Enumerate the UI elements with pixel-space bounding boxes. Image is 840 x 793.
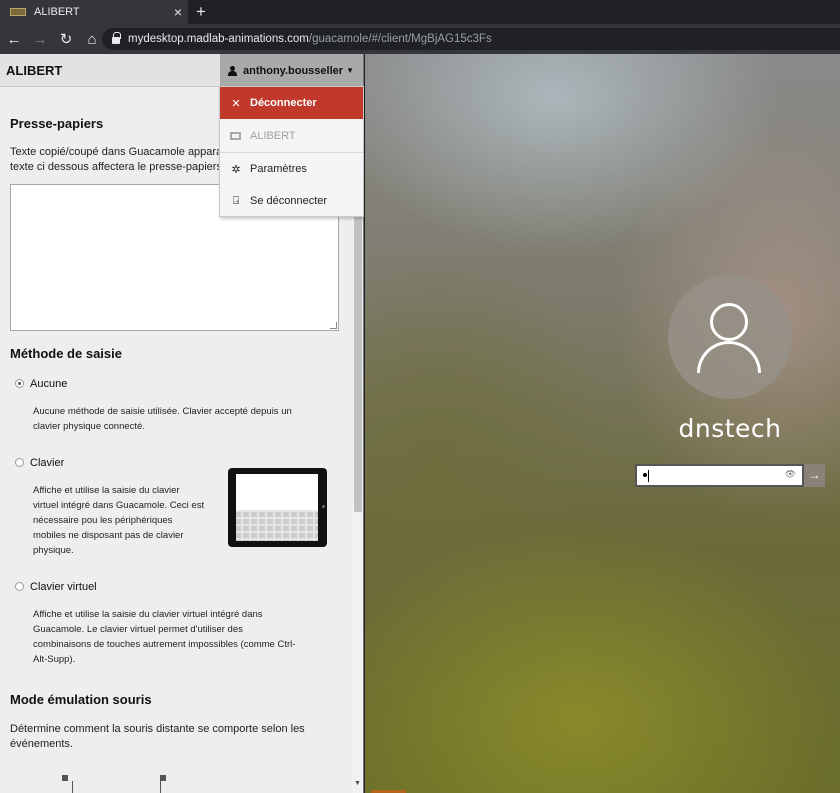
close-icon: ✕ bbox=[231, 97, 241, 110]
option-desc-clavier-5: physique. bbox=[33, 545, 74, 556]
mouse-mode-desc-1: Détermine comment la souris distante se … bbox=[10, 723, 305, 735]
browser-tab-bar: ALIBERT × + bbox=[0, 0, 840, 24]
option-desc-clavier-3: nécessaire pou les périphériques bbox=[33, 515, 173, 526]
logout-icon: ⍈ bbox=[232, 194, 240, 207]
user-icon bbox=[228, 65, 237, 76]
keyboard-icon bbox=[236, 510, 318, 541]
user-avatar-head bbox=[710, 303, 748, 341]
option-desc-clavier-4: mobiles ne disposant pas de clavier bbox=[33, 530, 184, 541]
text-caret bbox=[648, 470, 649, 482]
option-desc-clavier-2: virtuel intégré dans Guacamole. Ceci est bbox=[33, 500, 205, 511]
menu-item-disconnect[interactable]: ✕ Déconnecter bbox=[220, 87, 363, 119]
tablet-screen bbox=[236, 474, 318, 541]
password-dot bbox=[643, 473, 647, 477]
touch-marker-icon bbox=[62, 775, 68, 781]
menu-item-settings[interactable]: ✲ Paramètres bbox=[220, 153, 363, 185]
menu-item-logout[interactable]: ⍈ Se déconnecter bbox=[220, 185, 363, 217]
mouse-mode-heading: Mode émulation souris bbox=[10, 692, 152, 707]
user-name: anthony.bousseller bbox=[243, 64, 344, 77]
scroll-down-icon[interactable]: ▼ bbox=[354, 780, 361, 787]
user-avatar-body bbox=[697, 341, 761, 373]
new-tab-button[interactable]: + bbox=[196, 2, 206, 22]
menu-item-connection: ALIBERT bbox=[220, 120, 363, 152]
browser-toolbar: ← → ↻ ⌂ mydesktop.madlab-animations.com … bbox=[0, 24, 840, 54]
user-dropdown-menu: ✕ Déconnecter ALIBERT ✲ Paramètres ⍈ Se … bbox=[219, 86, 364, 217]
clipboard-desc-2: texte ci dessous affectera le presse-pap… bbox=[10, 161, 222, 173]
touch-line bbox=[160, 781, 161, 793]
mouse-mode-desc-2: événements. bbox=[10, 738, 73, 750]
remote-desktop-view[interactable]: dnstech 👁 → bbox=[365, 54, 840, 793]
option-desc-virtuel-4: Alt-Supp). bbox=[33, 654, 76, 665]
resize-handle-icon[interactable] bbox=[330, 322, 337, 329]
gear-icon: ✲ bbox=[231, 163, 241, 176]
reload-icon[interactable]: ↻ bbox=[54, 30, 78, 48]
reveal-password-icon[interactable]: 👁 bbox=[785, 469, 796, 480]
tab-favicon-icon bbox=[10, 8, 26, 16]
home-icon[interactable]: ⌂ bbox=[80, 31, 104, 48]
option-label-clavier-virtuel[interactable]: Clavier virtuel bbox=[30, 581, 97, 593]
forward-icon[interactable]: → bbox=[28, 31, 52, 48]
url-host: mydesktop.madlab-animations.com bbox=[128, 33, 309, 45]
user-menu-button[interactable]: anthony.bousseller ▼ bbox=[220, 54, 363, 87]
option-desc-virtuel-3: combinaisons de touches autrement imposs… bbox=[33, 639, 296, 650]
radio-clavier-virtuel[interactable] bbox=[15, 582, 24, 591]
tab-title: ALIBERT bbox=[34, 6, 80, 18]
option-desc-virtuel-1: Affiche et utilise la saisie du clavier … bbox=[33, 609, 263, 620]
user-avatar bbox=[668, 275, 792, 399]
option-desc-clavier-1: Affiche et utilise la saisie du clavier bbox=[33, 485, 180, 496]
address-bar[interactable]: mydesktop.madlab-animations.com /guacamo… bbox=[102, 28, 840, 50]
tablet-keyboard-illustration bbox=[228, 468, 327, 547]
browser-tab[interactable]: ALIBERT × bbox=[0, 0, 188, 24]
menu-item-label: Paramètres bbox=[250, 163, 307, 175]
panel-header: ALIBERT anthony.bousseller ▼ bbox=[0, 54, 363, 87]
input-method-heading: Méthode de saisie bbox=[10, 346, 122, 361]
menu-item-label: Se déconnecter bbox=[250, 195, 328, 207]
tablet-button bbox=[322, 505, 325, 508]
radio-clavier[interactable] bbox=[15, 458, 24, 467]
touch-line bbox=[72, 781, 73, 793]
clipboard-heading: Presse-papiers bbox=[10, 116, 104, 131]
monitor-icon bbox=[230, 132, 241, 140]
radio-aucune[interactable] bbox=[15, 379, 24, 388]
option-label-clavier[interactable]: Clavier bbox=[30, 457, 64, 469]
menu-item-label: Déconnecter bbox=[250, 97, 317, 109]
submit-arrow-button[interactable]: → bbox=[804, 464, 825, 487]
login-username: dnstech bbox=[678, 414, 782, 443]
url-path: /guacamole/#/client/MgBjAG15c3Fs bbox=[308, 33, 492, 45]
option-label-aucune[interactable]: Aucune bbox=[30, 378, 67, 390]
option-desc-virtuel-2: Guacamole. Le clavier virtuel permet d'u… bbox=[33, 624, 243, 635]
scrollbar-thumb[interactable] bbox=[354, 202, 362, 512]
option-desc-aucune-2: clavier physique connecté. bbox=[33, 421, 145, 432]
clipboard-desc-1: Texte copié/coupé dans Guacamole apparaî bbox=[10, 146, 226, 158]
chevron-down-icon: ▼ bbox=[346, 66, 354, 75]
connection-name: ALIBERT bbox=[6, 63, 63, 78]
tab-close-button[interactable]: × bbox=[168, 4, 188, 20]
menu-item-label: ALIBERT bbox=[250, 130, 296, 142]
option-desc-aucune-1: Aucune méthode de saisie utilisée. Clavi… bbox=[33, 406, 292, 417]
lock-icon bbox=[112, 31, 121, 44]
back-icon[interactable]: ← bbox=[2, 31, 26, 48]
password-input[interactable]: 👁 bbox=[635, 464, 804, 487]
